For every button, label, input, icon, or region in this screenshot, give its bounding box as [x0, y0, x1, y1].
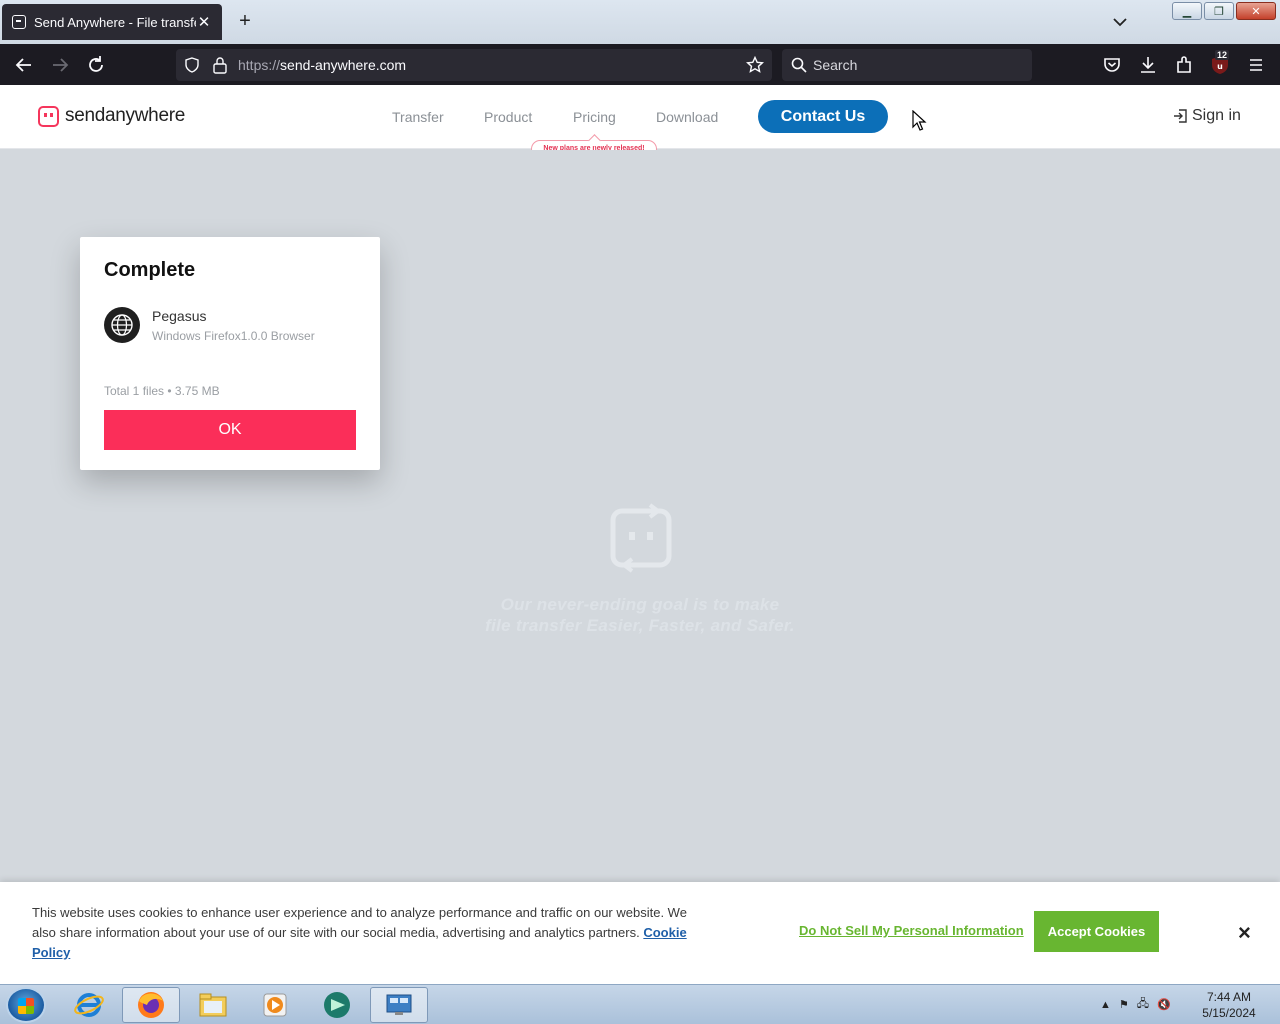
ok-button[interactable]: OK [104, 410, 356, 450]
url-text: https://send-anywhere.com [238, 57, 407, 73]
search-bar[interactable]: Search [782, 49, 1032, 81]
system-tray: ▲ ⚑ 🖧 🔇 [1100, 995, 1171, 1014]
transfer-complete-dialog: Complete Pegasus Windows Firefox1.0.0 Br… [80, 237, 380, 470]
close-cookie-banner-icon[interactable]: × [1238, 922, 1251, 944]
extensions-icon[interactable] [1173, 54, 1195, 76]
minimize-button[interactable]: ▁ [1172, 2, 1202, 20]
search-placeholder: Search [813, 57, 858, 73]
bookmark-star-icon[interactable] [746, 56, 764, 74]
action-center-flag-icon[interactable]: ⚑ [1119, 998, 1129, 1011]
close-window-button[interactable]: ✕ [1236, 2, 1276, 20]
sign-in-link[interactable]: Sign in [1172, 107, 1241, 125]
tagline-line-1: Our never-ending goal is to make [500, 595, 780, 614]
dialog-title: Complete [104, 259, 196, 281]
send-anywhere-favicon-icon [12, 15, 26, 29]
svg-text:u: u [1217, 62, 1223, 71]
clock-time: 7:44 AM [1206, 990, 1252, 1004]
volume-muted-icon[interactable]: 🔇 [1157, 998, 1171, 1011]
mouse-cursor-icon [912, 110, 927, 131]
send-anywhere-logo[interactable]: sendanywhere [38, 105, 185, 127]
show-hidden-icons-icon[interactable]: ▲ [1100, 999, 1111, 1011]
tagline-line-2: file transfer Easier, Faster, and Safer. [485, 616, 795, 635]
globe-icon [104, 307, 140, 343]
nav-pricing[interactable]: Pricing [573, 109, 616, 125]
device-name: Pegasus [152, 308, 207, 324]
browser-tab-bar: Send Anywhere - File transfer ✕ + ▁ ❐ ✕ [0, 0, 1280, 44]
reload-icon[interactable] [85, 54, 107, 76]
background-tagline: Our never-ending goal is to make file tr… [440, 594, 840, 636]
tracking-shield-icon[interactable] [184, 57, 200, 73]
transfer-total: Total 1 files • 3.75 MB [104, 384, 220, 398]
contact-us-button[interactable]: Contact Us [758, 100, 888, 133]
cookie-text: This website uses cookies to enhance use… [32, 905, 687, 960]
internet-explorer-icon[interactable] [60, 987, 118, 1023]
nav-download[interactable]: Download [656, 109, 718, 125]
device-description: Windows Firefox1.0.0 Browser [152, 329, 315, 343]
close-tab-icon[interactable]: ✕ [196, 13, 212, 31]
sign-in-label: Sign in [1192, 107, 1241, 124]
firefox-taskbar-icon[interactable] [122, 987, 180, 1023]
app-globe-taskbar-icon[interactable] [308, 987, 366, 1023]
window-controls: ▁ ❐ ✕ [1172, 2, 1276, 20]
start-button[interactable] [6, 987, 46, 1023]
cookie-banner: This website uses cookies to enhance use… [0, 882, 1280, 984]
accept-cookies-button[interactable]: Accept Cookies [1034, 911, 1159, 952]
pocket-icon[interactable] [1101, 54, 1123, 76]
downloads-icon[interactable] [1137, 54, 1159, 76]
windows-taskbar: ▲ ⚑ 🖧 🔇 7:44 AM 5/15/2024 [0, 984, 1280, 1024]
background-logo-icon [610, 503, 672, 573]
media-player-icon[interactable] [246, 987, 304, 1023]
nav-product[interactable]: Product [484, 109, 532, 125]
browser-tab[interactable]: Send Anywhere - File transfer ✕ [2, 4, 222, 40]
system-clock[interactable]: 7:44 AM 5/15/2024 [1196, 989, 1262, 1021]
extension-badge-count: 12 [1215, 50, 1230, 60]
do-not-sell-link[interactable]: Do Not Sell My Personal Information [799, 923, 1024, 938]
lock-icon[interactable] [212, 56, 228, 74]
sign-in-icon [1174, 109, 1187, 123]
back-icon[interactable] [13, 54, 35, 76]
tab-list-chevron-icon[interactable] [1110, 12, 1130, 32]
forward-icon[interactable] [49, 54, 71, 76]
file-explorer-icon[interactable] [184, 987, 242, 1023]
network-icon[interactable]: 🖧 [1137, 995, 1149, 1014]
tab-title: Send Anywhere - File transfer [34, 14, 196, 30]
logo-wordmark: sendanywhere [65, 105, 185, 126]
clock-date: 5/15/2024 [1202, 1006, 1256, 1020]
nav-transfer[interactable]: Transfer [392, 109, 444, 125]
browser-toolbar: https://send-anywhere.com Search u [0, 44, 1280, 85]
hamburger-menu-icon[interactable] [1245, 54, 1267, 76]
search-icon [791, 57, 807, 73]
control-panel-taskbar-icon[interactable] [370, 987, 428, 1023]
restore-button[interactable]: ❐ [1204, 2, 1234, 20]
url-bar[interactable]: https://send-anywhere.com [176, 49, 772, 81]
logo-mark-icon [38, 105, 59, 127]
new-tab-button[interactable]: + [234, 10, 256, 32]
